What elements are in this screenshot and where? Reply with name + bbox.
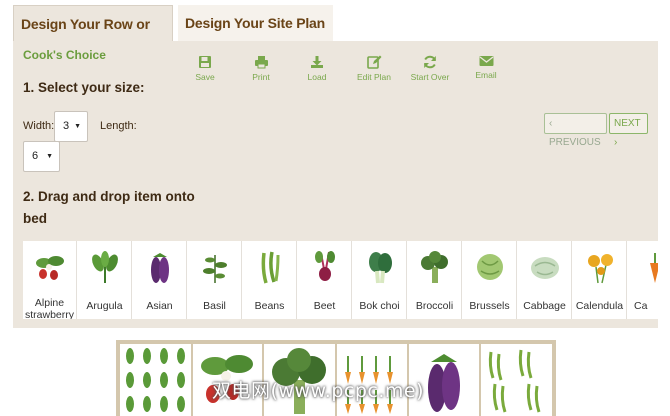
drag-drop-heading-line2: bed — [23, 211, 48, 226]
plant-tile-brussels[interactable]: Brussels — [463, 241, 517, 319]
load-label: Load — [307, 72, 327, 82]
length-select[interactable]: 6 ▼ — [23, 141, 60, 172]
plant-name: Cabbage — [523, 300, 566, 312]
start-over-button[interactable]: Start Over — [400, 55, 460, 82]
edit-icon — [366, 55, 381, 69]
bok-choi-icon — [369, 252, 392, 284]
save-label: Save — [195, 72, 215, 82]
plant-tile-arugula[interactable]: Arugula — [78, 241, 132, 319]
plant-name: Brussels — [469, 300, 510, 312]
plant-name: Asian — [146, 300, 173, 312]
bed-cell-beans — [481, 344, 552, 416]
beans-icon — [261, 251, 280, 284]
print-button[interactable]: Print — [231, 55, 291, 82]
width-select[interactable]: 3 ▼ — [54, 111, 88, 142]
email-button[interactable]: Email — [456, 55, 516, 80]
length-label: Length: — [100, 120, 137, 132]
plant-name: Bok choi — [359, 300, 400, 312]
drag-drop-heading-line1: 2. Drag and drop item onto — [23, 189, 195, 204]
brussels-sprout-icon — [477, 254, 503, 280]
watermark: 双电网(www.pcpc.me) — [212, 380, 424, 402]
email-label: Email — [475, 70, 497, 80]
plant-name: Beans — [254, 300, 285, 312]
tab-design-row-bed[interactable]: Design Your Row or Bed — [13, 5, 173, 69]
plant-name: Basil — [203, 300, 226, 312]
plant-tile-broccoli[interactable]: Broccoli — [408, 241, 462, 319]
tab-design-site-plan[interactable]: Design Your Site Plan — [178, 5, 333, 42]
plant-tile-basil[interactable]: Basil — [188, 241, 242, 319]
plant-tile-beans[interactable]: Beans — [243, 241, 297, 319]
next-button[interactable]: NEXT › — [609, 113, 648, 148]
tab-bar: Design Your Row or Bed Design Your Site … — [13, 5, 658, 69]
broccoli-icon — [421, 251, 448, 283]
plant-tile-ca[interactable]: Ca — [628, 241, 658, 319]
plant-name: Alpine strawberry — [24, 297, 74, 319]
plant-name: Broccoli — [415, 300, 454, 312]
beet-icon — [315, 251, 335, 281]
plant-name: Beet — [313, 300, 336, 312]
start-over-label: Start Over — [410, 72, 450, 82]
print-icon — [254, 56, 268, 69]
save-button[interactable]: Save — [175, 55, 235, 82]
chevron-down-icon: ▼ — [46, 153, 53, 160]
planner-panel: Cook's Choice Save Print Load Edit Plan … — [13, 41, 658, 328]
plant-name: Arugula — [86, 300, 123, 312]
bed-cell-arugula — [120, 344, 191, 416]
envelope-icon — [479, 56, 493, 66]
strawberry-icon — [36, 256, 64, 280]
cabbage-icon — [531, 257, 559, 279]
basil-icon — [203, 255, 227, 283]
arugula-icon — [92, 251, 118, 283]
eggplant-icon — [151, 253, 169, 283]
plant-tile-beet[interactable]: Beet — [298, 241, 352, 319]
previous-button[interactable]: ‹ PREVIOUS — [544, 113, 607, 148]
edit-plan-label: Edit Plan — [356, 72, 392, 82]
refresh-icon — [424, 55, 436, 69]
cooks-choice-link[interactable]: Cook's Choice — [23, 48, 106, 62]
download-icon — [311, 56, 323, 68]
plant-tile-cabbage[interactable]: Cabbage — [518, 241, 572, 319]
print-label: Print — [252, 72, 270, 82]
arugula-grid-icon — [126, 348, 185, 412]
calendula-icon — [588, 254, 613, 284]
plant-palette: Alpine strawberry Arugula Asian Basil Be… — [23, 241, 658, 319]
plant-tile-calendula[interactable]: Calendula — [573, 241, 627, 319]
save-icon — [199, 56, 211, 68]
plant-name: Ca — [634, 300, 648, 312]
edit-plan-button[interactable]: Edit Plan — [344, 55, 404, 82]
chevron-down-icon: ▼ — [74, 123, 81, 130]
carrot-icon — [650, 253, 658, 283]
load-button[interactable]: Load — [287, 55, 347, 82]
width-value: 3 — [63, 120, 70, 132]
length-value: 6 — [32, 150, 39, 162]
select-size-heading: 1. Select your size: — [23, 80, 145, 95]
plant-name: Calendula — [575, 300, 624, 312]
width-label: Width: — [23, 120, 55, 132]
plant-tile-bok-choi[interactable]: Bok choi — [353, 241, 407, 319]
plant-tile-asian[interactable]: Asian — [133, 241, 187, 319]
plant-tile-alpine-strawberry[interactable]: Alpine strawberry — [23, 241, 77, 319]
beans-bed-icon — [488, 349, 541, 413]
